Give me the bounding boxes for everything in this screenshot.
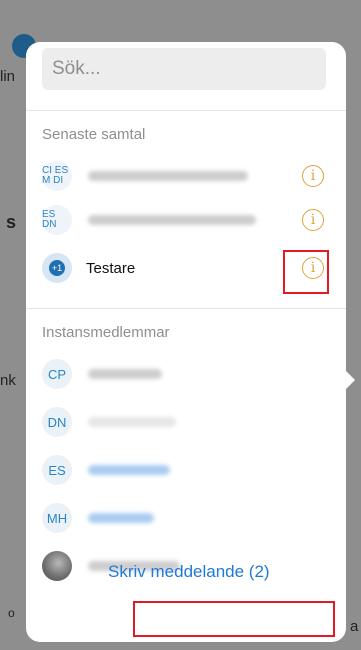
recent-section-title: Senaste samtal bbox=[42, 126, 146, 143]
new-conversation-popover: Sök... Senaste samtal CI ES M DI i ES DN… bbox=[26, 42, 346, 642]
background-text-1: lin bbox=[0, 68, 16, 85]
member-row[interactable]: DN bbox=[42, 404, 336, 440]
member-avatar: ES bbox=[42, 455, 72, 485]
highlight-box bbox=[133, 601, 335, 637]
divider bbox=[26, 110, 346, 111]
group-avatar: +1 bbox=[42, 253, 72, 283]
info-icon[interactable]: i bbox=[302, 165, 324, 187]
background-text-3: nk bbox=[0, 372, 16, 389]
extra-members-badge: +1 bbox=[49, 260, 65, 276]
blurred-member-name bbox=[88, 369, 162, 379]
members-section-title: Instansmedlemmar bbox=[42, 324, 170, 341]
conversation-name: Testare bbox=[86, 259, 136, 277]
search-placeholder: Sök... bbox=[52, 58, 101, 79]
member-row[interactable]: MH bbox=[42, 500, 336, 536]
group-avatar: ES DN bbox=[42, 205, 72, 235]
info-icon[interactable]: i bbox=[302, 209, 324, 231]
recent-conversation-row[interactable]: CI ES M DI i bbox=[42, 158, 336, 194]
highlight-box bbox=[283, 250, 329, 294]
blurred-participant-names bbox=[88, 171, 248, 181]
group-avatar: CI ES M DI bbox=[42, 161, 72, 191]
background-glyph: ο bbox=[8, 606, 15, 620]
blurred-member-name bbox=[88, 417, 176, 427]
member-avatar: MH bbox=[42, 503, 72, 533]
member-photo-avatar bbox=[42, 551, 72, 581]
avatar-initials: CI ES M DI bbox=[42, 165, 69, 186]
write-message-button[interactable]: Skriv meddelande (2) bbox=[108, 562, 270, 582]
search-input[interactable]: Sök... bbox=[42, 48, 326, 90]
member-row[interactable]: ES bbox=[42, 452, 336, 488]
member-avatar: CP bbox=[42, 359, 72, 389]
blurred-member-name bbox=[88, 465, 170, 475]
recent-conversation-row[interactable]: ES DN i bbox=[42, 202, 336, 238]
blurred-participant-names bbox=[88, 215, 256, 225]
member-avatar: DN bbox=[42, 407, 72, 437]
avatar-initials: ES DN bbox=[42, 209, 57, 230]
background-text-4: a bbox=[350, 618, 359, 635]
blurred-member-name bbox=[88, 513, 154, 523]
background-text-2: s bbox=[6, 212, 17, 232]
divider bbox=[26, 308, 346, 309]
member-row[interactable]: CP bbox=[42, 356, 336, 392]
